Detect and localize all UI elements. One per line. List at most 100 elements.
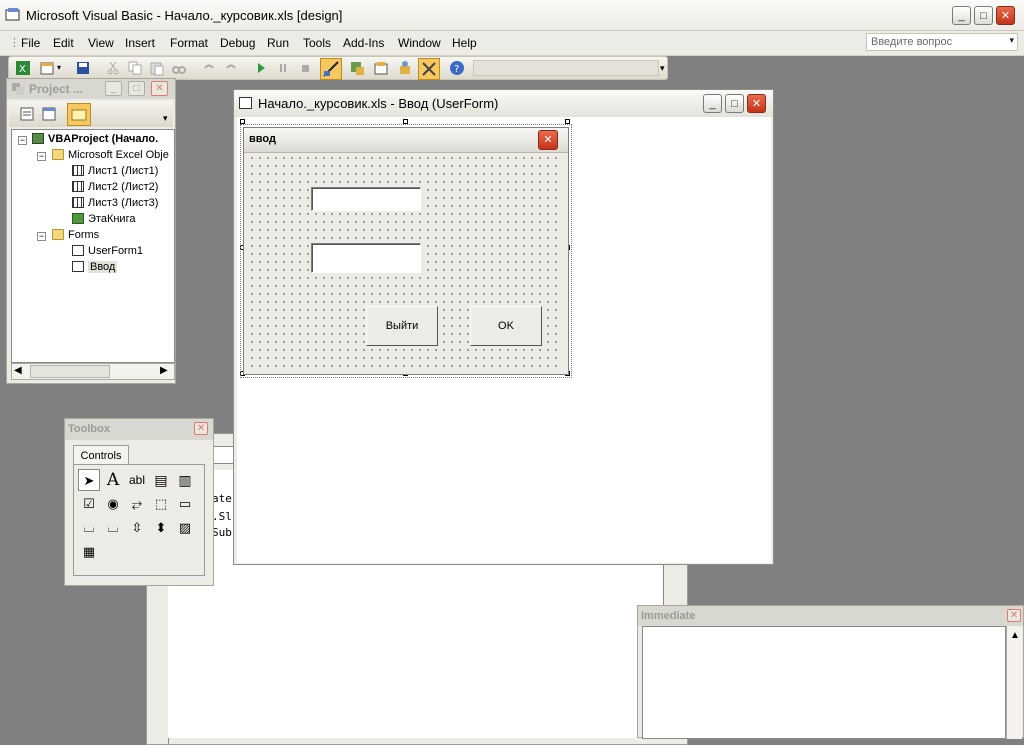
resize-handle[interactable] [565, 119, 570, 124]
menu-file[interactable]: File [21, 36, 40, 50]
menu-addins[interactable]: Add-Ins [343, 36, 384, 50]
tab-controls[interactable]: Controls [73, 445, 129, 465]
tree-node-sheet3[interactable]: Лист3 (Лист3) [72, 197, 158, 209]
menu-view[interactable]: View [88, 36, 114, 50]
tree-node-sheet1[interactable]: Лист1 (Лист1) [72, 165, 158, 177]
scroll-thumb[interactable] [30, 365, 110, 378]
redo-icon[interactable] [223, 60, 239, 76]
save-icon[interactable] [75, 60, 91, 76]
tree-node-workbook[interactable]: ЭтаКнига [72, 213, 135, 225]
optionbutton-icon[interactable]: ◉ [102, 493, 124, 515]
menu-insert[interactable]: Insert [125, 36, 155, 50]
immediate-titlebar[interactable]: Immediate ✕ [638, 606, 1023, 626]
view-object-icon[interactable] [41, 106, 57, 122]
view-code-icon[interactable] [19, 106, 35, 122]
form-design-grid[interactable]: Выйти OK [248, 154, 563, 370]
toolbox-icon[interactable] [418, 58, 440, 80]
togglebutton-icon[interactable]: ⥂ [126, 493, 148, 515]
close-button[interactable]: ✕ [1007, 609, 1021, 622]
tree-node-excel-objects[interactable]: Microsoft Excel Obje [52, 149, 169, 161]
checkbox-icon[interactable]: ☑ [78, 493, 100, 515]
cut-icon[interactable] [105, 60, 121, 76]
combobox-icon[interactable]: ▤ [150, 469, 172, 491]
ok-button[interactable]: OK [470, 306, 542, 346]
menu-help[interactable]: Help [452, 36, 477, 50]
tree-node-userform1[interactable]: UserForm1 [72, 245, 143, 257]
collapse-toggle[interactable]: − [37, 232, 46, 241]
frame-icon[interactable]: ⬚ [150, 493, 172, 515]
project-explorer-titlebar[interactable]: Project ... _ □ ✕ [7, 79, 175, 99]
design-mode-icon[interactable] [320, 58, 342, 80]
chevron-down-icon[interactable]: ▾ [57, 60, 73, 76]
tree-node-vvod[interactable]: Ввод [72, 261, 118, 273]
close-button[interactable]: ✕ [996, 6, 1015, 25]
select-objects-icon[interactable]: ➤ [78, 469, 100, 491]
horizontal-scrollbar[interactable]: ◀ ▶ [11, 363, 175, 380]
copy-icon[interactable] [127, 60, 143, 76]
tree-node-sheet2[interactable]: Лист2 (Лист2) [72, 181, 158, 193]
designer-titlebar[interactable]: Начало._курсовик.xls - Ввод (UserForm) _… [234, 90, 773, 117]
minimize-button[interactable]: _ [105, 81, 122, 96]
toolbar-options-icon[interactable]: ▾ [660, 63, 665, 74]
immediate-editor[interactable] [642, 626, 1006, 739]
textbox-icon[interactable]: abl [126, 469, 148, 491]
excel-view-icon[interactable]: X [15, 60, 31, 76]
maximize-button[interactable]: □ [974, 6, 993, 25]
scroll-right-icon[interactable]: ▶ [160, 365, 168, 376]
menu-tools[interactable]: Tools [303, 36, 331, 50]
close-button[interactable]: ✕ [151, 81, 168, 96]
toolbar-options-icon[interactable]: ▾ [163, 113, 168, 124]
maximize-button[interactable]: □ [128, 81, 145, 96]
textbox-1[interactable] [311, 187, 421, 211]
commandbutton-icon[interactable]: ▭ [174, 493, 196, 515]
maximize-button[interactable]: □ [725, 94, 744, 113]
ask-question-box[interactable]: Введите вопрос ▾ [866, 33, 1018, 51]
run-icon[interactable] [253, 60, 269, 76]
image-icon[interactable]: ▨ [174, 517, 196, 539]
break-icon[interactable] [275, 60, 291, 76]
project-tree[interactable]: − VBAProject (Начало. − Microsoft Excel … [11, 129, 175, 363]
close-button[interactable]: ✕ [747, 94, 766, 113]
userform-vvod[interactable]: ввод ✕ Выйти OK [240, 124, 572, 378]
scroll-up-icon[interactable]: ▲ [1010, 630, 1020, 641]
textbox-2[interactable] [311, 243, 421, 273]
minimize-button[interactable]: _ [703, 94, 722, 113]
paste-icon[interactable] [149, 60, 165, 76]
multipage-icon[interactable]: ⌴ [102, 517, 124, 539]
menu-edit[interactable]: Edit [53, 36, 74, 50]
undo-icon[interactable] [201, 60, 217, 76]
vertical-scrollbar[interactable]: ▲ [1006, 626, 1022, 739]
tabstrip-icon[interactable]: ⌴ [78, 517, 100, 539]
object-browser-icon[interactable] [397, 60, 413, 76]
project-explorer-icon[interactable] [349, 60, 365, 76]
scrollbar-icon[interactable]: ⇳ [126, 517, 148, 539]
resize-handle[interactable] [240, 119, 245, 124]
menu-format[interactable]: Format [170, 36, 208, 50]
tree-node-forms[interactable]: Forms [52, 229, 99, 241]
toolbox-titlebar[interactable]: Toolbox ✕ [65, 419, 213, 440]
collapse-toggle[interactable]: − [37, 152, 46, 161]
refedit-icon[interactable]: ▦ [78, 541, 100, 563]
listbox-icon[interactable]: ▥ [174, 469, 196, 491]
code-vscroll[interactable] [663, 565, 686, 605]
label-icon[interactable]: A [102, 469, 124, 491]
find-icon[interactable] [171, 60, 187, 76]
help-icon[interactable]: ? [449, 60, 465, 76]
reset-icon[interactable] [297, 60, 313, 76]
close-button[interactable]: ✕ [194, 422, 208, 435]
menu-window[interactable]: Window [398, 36, 441, 50]
tree-node-vbaproject[interactable]: VBAProject (Начало. [32, 133, 158, 145]
resize-handle[interactable] [403, 119, 408, 124]
menu-run[interactable]: Run [267, 36, 289, 50]
insert-userform-icon[interactable] [39, 60, 55, 76]
properties-window-icon[interactable] [373, 60, 389, 76]
exit-button[interactable]: Выйти [366, 306, 438, 346]
form-close-button[interactable]: ✕ [538, 130, 558, 150]
spinbutton-icon[interactable]: ⬍ [150, 517, 172, 539]
scroll-left-icon[interactable]: ◀ [14, 365, 22, 376]
collapse-toggle[interactable]: − [18, 136, 27, 145]
chevron-down-icon[interactable]: ▾ [1009, 35, 1014, 46]
toggle-folders-icon[interactable] [67, 103, 91, 126]
minimize-button[interactable]: _ [952, 6, 971, 25]
menu-debug[interactable]: Debug [220, 36, 255, 50]
